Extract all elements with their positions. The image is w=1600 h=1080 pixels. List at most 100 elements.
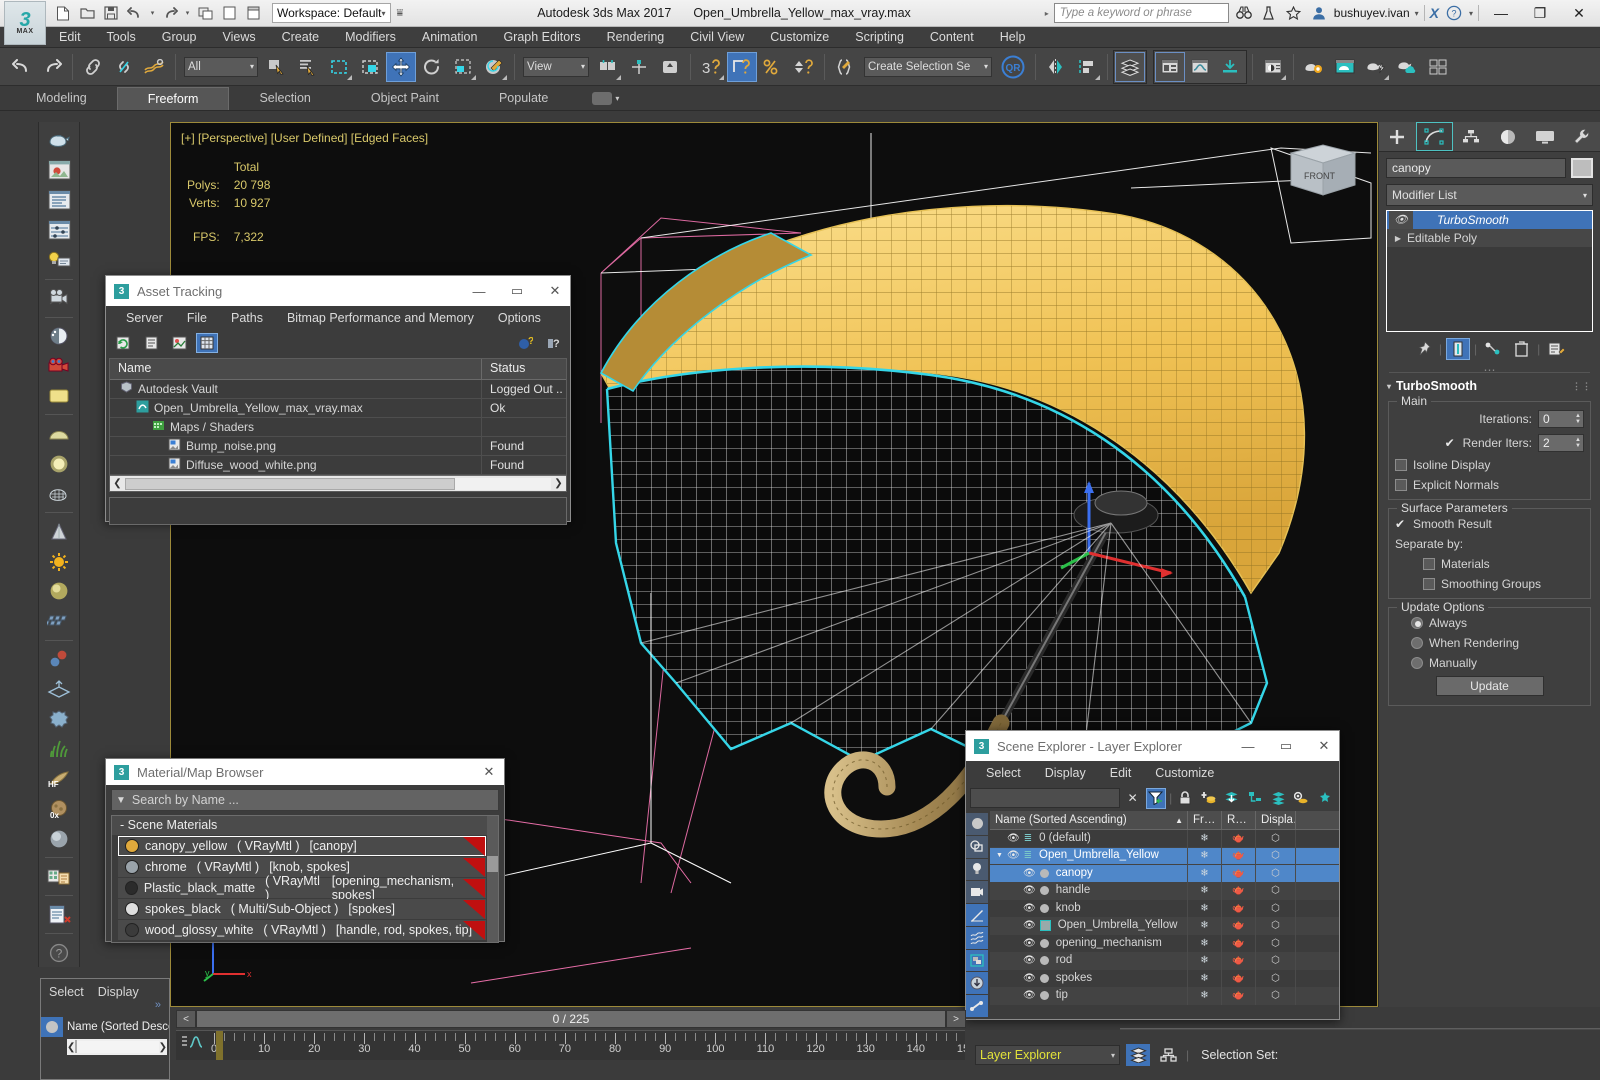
scroll-right-icon[interactable]: ❯ bbox=[159, 1042, 167, 1053]
spinner-arrows-icon[interactable]: ▲ ▼ bbox=[1575, 413, 1583, 425]
material-editor-button[interactable] bbox=[1258, 52, 1288, 82]
user-name[interactable]: bushuyev.ivan bbox=[1334, 6, 1410, 20]
material-item[interactable]: Plastic_black_matte( VRayMtl ) [opening_m… bbox=[118, 874, 486, 902]
next-frame-button[interactable]: > bbox=[946, 1010, 966, 1028]
curve-editor-button[interactable] bbox=[1185, 52, 1215, 82]
layer-hierarchy-icon[interactable] bbox=[1245, 788, 1265, 809]
menu-item-tools[interactable]: Tools bbox=[94, 27, 149, 48]
array-icon[interactable] bbox=[42, 607, 76, 636]
new-file-icon[interactable] bbox=[52, 3, 74, 24]
grass-icon[interactable] bbox=[42, 735, 76, 764]
undo-button[interactable] bbox=[6, 52, 36, 82]
gold-sphere-icon[interactable] bbox=[42, 577, 76, 606]
scene-explorer-row[interactable]: 👁 knob ❄ 🫖 ⬡ bbox=[990, 899, 1339, 918]
render-iters-spinner[interactable]: 2 ▲ ▼ bbox=[1538, 434, 1584, 452]
object-color-swatch[interactable] bbox=[1571, 158, 1593, 178]
helpers-icon[interactable] bbox=[966, 904, 988, 926]
display-cell[interactable]: ⬡ bbox=[1256, 917, 1296, 935]
material-item[interactable]: canopy_yellow ( VRayMtl ) [canopy] bbox=[118, 836, 486, 856]
menu-item-customize[interactable]: Customize bbox=[757, 27, 842, 48]
sphere-material-icon[interactable] bbox=[42, 449, 76, 478]
help-icon[interactable]: ? bbox=[42, 938, 76, 967]
show-end-result-button[interactable] bbox=[1445, 338, 1470, 360]
autodesk-exchange-icon[interactable]: X bbox=[1430, 5, 1439, 21]
toggle-layer-explorer-button[interactable] bbox=[1155, 51, 1185, 82]
visibility-eye-icon[interactable]: 👁 bbox=[1023, 952, 1036, 970]
visibility-eye-icon[interactable]: 👁 bbox=[1023, 900, 1036, 918]
column-status[interactable]: Status bbox=[482, 359, 566, 379]
clear-filter-icon[interactable]: ✕ bbox=[1123, 788, 1143, 809]
menu-item-scripting[interactable]: Scripting bbox=[842, 27, 917, 48]
shade-sphere-icon[interactable] bbox=[42, 322, 76, 351]
scroll-thumb[interactable] bbox=[75, 1040, 78, 1053]
modifier-stack[interactable]: 👁 TurboSmooth ▶ Editable Poly bbox=[1386, 210, 1593, 332]
column-display[interactable]: Displa… bbox=[1256, 811, 1296, 830]
smooth-result-checkbox[interactable]: ✔ bbox=[1395, 517, 1407, 531]
column-frozen[interactable]: Fr… bbox=[1188, 811, 1222, 830]
highlight-layer-icon[interactable] bbox=[1292, 788, 1312, 809]
mini-menu-select[interactable]: Select bbox=[49, 985, 84, 999]
display-cell[interactable]: ⬡ bbox=[1256, 864, 1296, 882]
close-button[interactable]: ✕ bbox=[474, 758, 504, 786]
window-crossing-toggle-button[interactable] bbox=[355, 52, 385, 82]
path-view-icon[interactable] bbox=[168, 333, 190, 353]
column-renderable[interactable]: R… bbox=[1222, 811, 1256, 830]
scene-explorer-row[interactable]: 👁 ≣ 0 (default) ❄ 🫖 ⬡ bbox=[990, 829, 1339, 848]
renderable-cell[interactable]: 🫖 bbox=[1222, 917, 1256, 935]
scene-menu-select[interactable]: Select bbox=[974, 762, 1033, 784]
render-preview-icon[interactable] bbox=[42, 156, 76, 185]
asset-tracking-grid[interactable]: Name Status Autodesk Vault Logged Out .. O… bbox=[109, 358, 567, 492]
space-warps-icon[interactable] bbox=[966, 926, 988, 949]
groups-icon[interactable] bbox=[966, 949, 988, 972]
scene-explorer-row[interactable]: ▼ 👁 ≣ Open_Umbrella_Yellow ❄ 🫖 ⬡ bbox=[990, 847, 1339, 865]
select-to-layer-icon[interactable] bbox=[1222, 788, 1242, 809]
redo-icon[interactable] bbox=[159, 3, 181, 24]
render-frame-window-icon[interactable] bbox=[242, 3, 264, 24]
update-always-row[interactable]: Always bbox=[1395, 616, 1584, 630]
selection-filter-combo[interactable]: All ▾ bbox=[184, 56, 258, 77]
configure-modifier-sets-button[interactable] bbox=[1544, 338, 1568, 360]
scene-explorer-row[interactable]: 👁 spokes ❄ 🫖 ⬡ bbox=[990, 969, 1339, 988]
select-object-button[interactable] bbox=[262, 52, 292, 82]
use-pivot-center-button[interactable] bbox=[593, 52, 623, 82]
menu-item-views[interactable]: Views bbox=[209, 27, 268, 48]
visibility-eye-icon[interactable]: 👁 bbox=[1007, 830, 1020, 848]
atom-icon[interactable] bbox=[42, 645, 76, 674]
modifier-stack-item-turbosmooth[interactable]: 👁 TurboSmooth bbox=[1387, 211, 1592, 229]
column-name[interactable]: Name (Sorted Ascending) ▲ bbox=[990, 811, 1188, 830]
scene-menu-customize[interactable]: Customize bbox=[1143, 762, 1226, 784]
percent-snap-toggle-button[interactable] bbox=[758, 52, 788, 82]
plane-material-icon[interactable] bbox=[42, 381, 76, 410]
scroll-left-icon[interactable]: ❮ bbox=[110, 478, 125, 489]
dome-material-icon[interactable] bbox=[42, 419, 76, 448]
renderable-cell[interactable]: 🫖 bbox=[1222, 969, 1256, 987]
scene-explorer-row[interactable]: 👁 tip ❄ 🫖 ⬡ bbox=[990, 987, 1339, 1005]
reference-coordinate-combo[interactable]: View ▾ bbox=[523, 56, 589, 77]
make-unique-button[interactable] bbox=[1481, 338, 1505, 360]
minimize-button[interactable]: — bbox=[1484, 0, 1518, 26]
teapot-primitives-icon[interactable] bbox=[42, 126, 76, 155]
scroll-thumb[interactable] bbox=[125, 477, 455, 490]
search-input[interactable]: Type a keyword or phrase bbox=[1053, 3, 1229, 23]
asset-menu-file[interactable]: File bbox=[175, 307, 219, 329]
help-icon[interactable]: ? bbox=[1444, 3, 1464, 23]
quick-render-button[interactable]: QR bbox=[996, 52, 1030, 82]
asset-menu-bitmap-performance-and-memory[interactable]: Bitmap Performance and Memory bbox=[275, 307, 486, 329]
renderable-cell[interactable]: 🫖 bbox=[1222, 952, 1256, 970]
frozen-cell[interactable]: ❄ bbox=[1188, 899, 1222, 917]
renderable-cell[interactable]: 🫖 bbox=[1222, 864, 1256, 882]
menu-item-group[interactable]: Group bbox=[149, 27, 210, 48]
asset-row[interactable]: Maps / Shaders bbox=[110, 417, 566, 437]
key-filter-icon[interactable] bbox=[176, 1033, 206, 1054]
asset-tracking-window[interactable]: 3 Asset Tracking — ▭ ✕ Server File Paths Bi… bbox=[105, 275, 571, 525]
scroll-track[interactable] bbox=[75, 1040, 159, 1053]
frozen-cell[interactable]: ❄ bbox=[1188, 917, 1222, 935]
renderable-cell[interactable]: 🫖 bbox=[1222, 987, 1256, 1005]
sun-icon[interactable] bbox=[42, 547, 76, 576]
menu-item-create[interactable]: Create bbox=[269, 27, 333, 48]
maximize-button[interactable]: ▭ bbox=[1271, 732, 1301, 760]
display-cell[interactable]: ⬡ bbox=[1256, 882, 1296, 900]
use-transform-coordinate-center-button[interactable] bbox=[655, 52, 685, 82]
named-selection-set-combo[interactable]: Create Selection Se ▾ bbox=[864, 56, 992, 77]
frozen-cell[interactable]: ❄ bbox=[1188, 847, 1222, 865]
